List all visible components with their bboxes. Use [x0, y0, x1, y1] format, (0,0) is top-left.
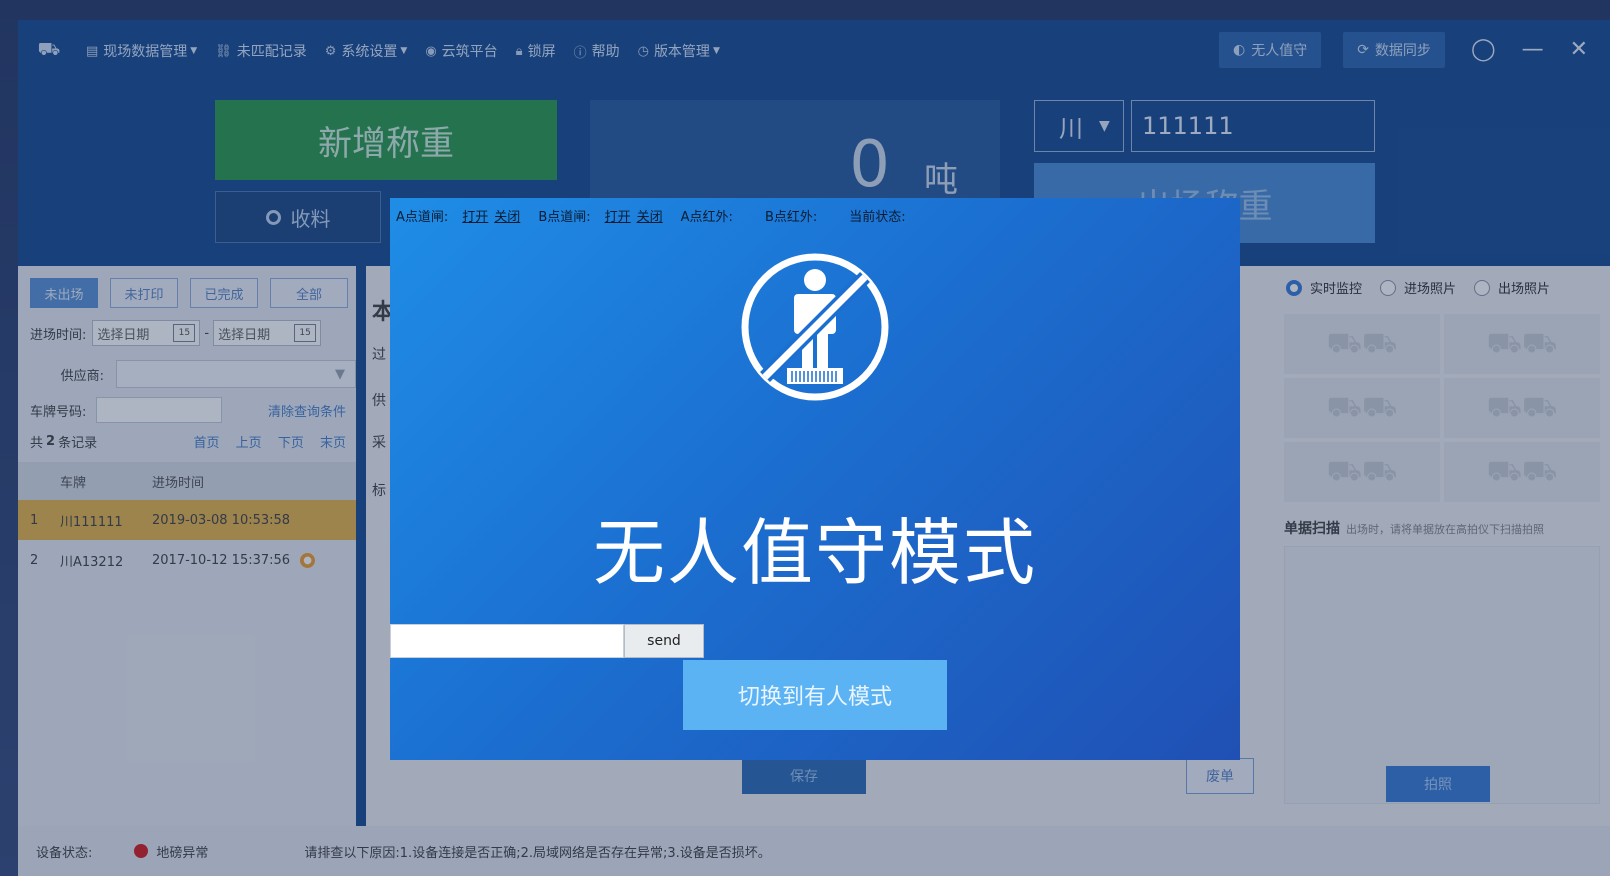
b-gate-label: B点道闸:	[538, 210, 591, 225]
current-state-label: 当前状态:	[849, 210, 906, 225]
send-button[interactable]: send	[624, 624, 704, 658]
no-person-icon	[741, 253, 889, 401]
mode-title: 无人值守模式	[592, 511, 1037, 595]
a-gate-close-link[interactable]: 关闭	[494, 206, 520, 225]
unattended-mode-dialog: A点道闸: 打开 关闭 B点道闸: 打开 关闭 A点红外: B点红外: 当前状态…	[390, 198, 1240, 760]
a-gate-label: A点道闸:	[396, 210, 449, 225]
a-gate-open-link[interactable]: 打开	[462, 206, 488, 225]
command-input[interactable]	[390, 624, 624, 658]
a-infrared-label: A点红外:	[680, 210, 733, 225]
switch-attended-mode-button[interactable]: 切换到有人模式	[683, 660, 947, 730]
b-gate-close-link[interactable]: 关闭	[637, 206, 663, 225]
b-gate-open-link[interactable]: 打开	[605, 206, 631, 225]
b-infrared-label: B点红外:	[764, 210, 818, 225]
gate-status-bar: A点道闸: 打开 关闭 B点道闸: 打开 关闭 A点红外: B点红外: 当前状态…	[396, 206, 920, 225]
